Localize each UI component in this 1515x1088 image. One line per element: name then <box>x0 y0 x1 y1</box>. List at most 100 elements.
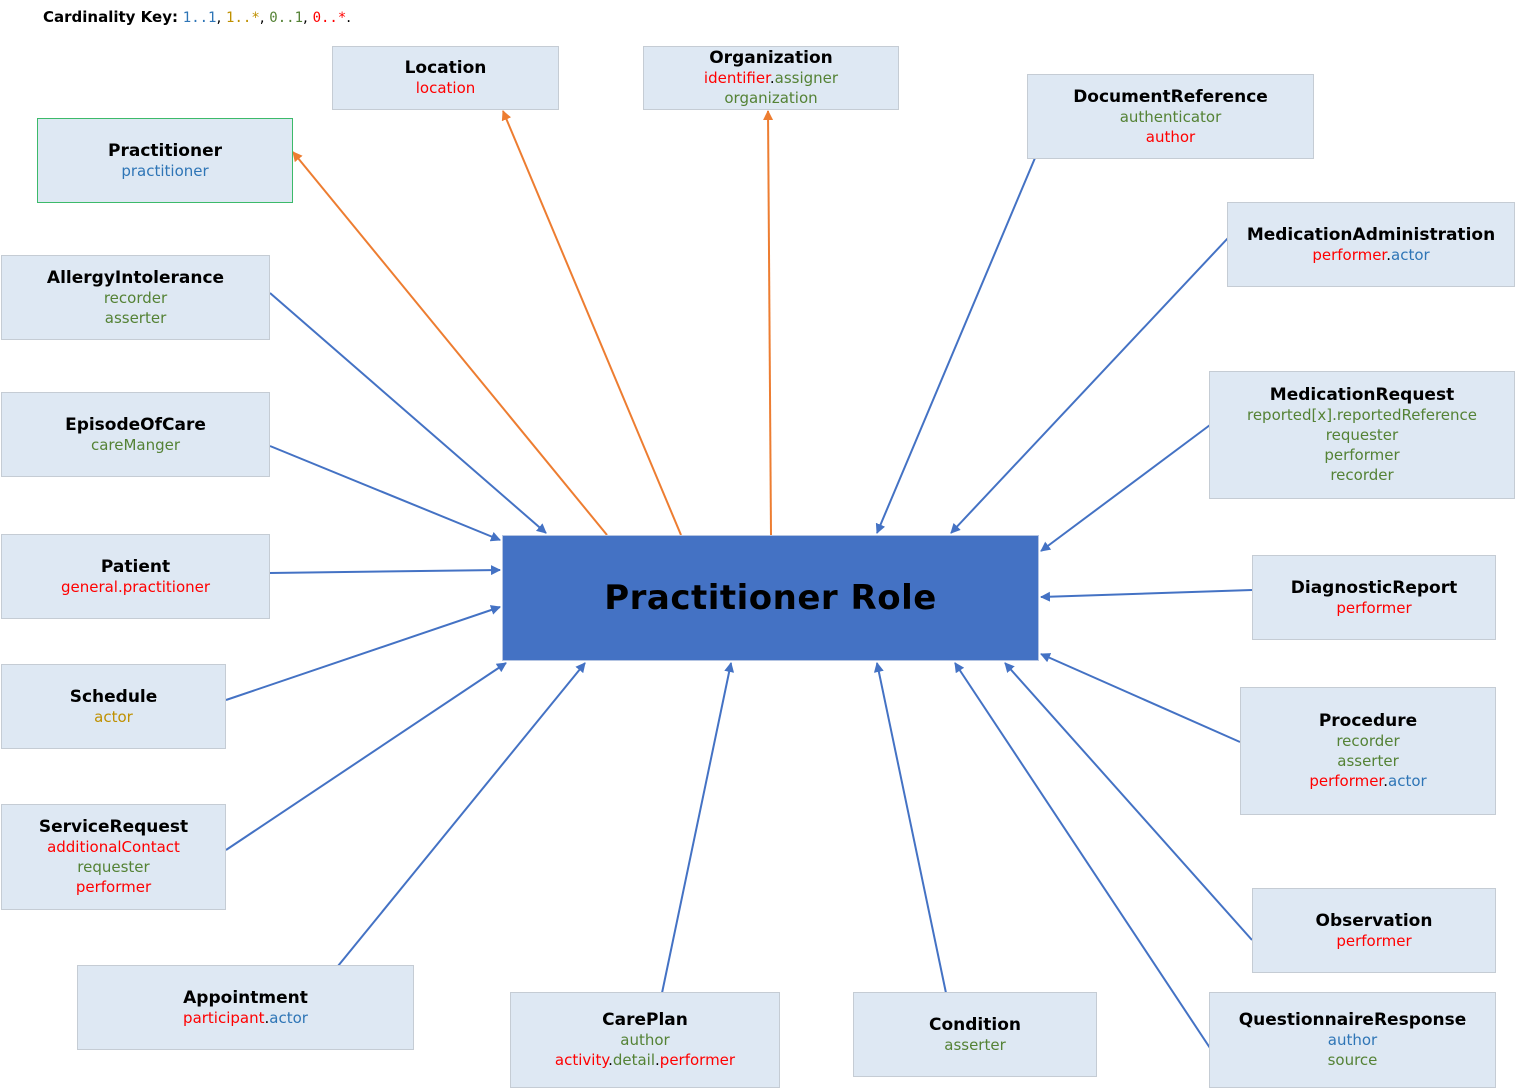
node-reference-path: asserter <box>944 1035 1006 1055</box>
path-segment: recorder <box>1336 732 1400 750</box>
connector-arrow-medicationrequest <box>1040 424 1211 552</box>
node-medicationadministration[interactable]: MedicationAdministration performer.actor <box>1227 202 1515 287</box>
node-reference-path: recorder <box>1336 731 1399 751</box>
node-documentreference[interactable]: DocumentReference authenticator author <box>1027 74 1314 159</box>
node-reference-path: additionalContact <box>47 837 180 857</box>
practitioner-role-node[interactable]: Practitioner Role <box>502 535 1039 661</box>
path-segment: actor <box>1391 245 1430 264</box>
node-title: Organization <box>709 48 833 68</box>
path-segment: performer <box>1309 772 1384 790</box>
node-title: Observation <box>1315 910 1433 931</box>
node-title: Practitioner <box>108 140 222 161</box>
node-reference-path: asserter <box>105 308 167 328</box>
path-segment: practitioner <box>121 161 209 180</box>
node-reference-path: reported[x].reportedReference <box>1247 405 1477 425</box>
node-questionnaireresponse[interactable]: QuestionnaireResponse author source <box>1209 992 1496 1088</box>
node-reference-path: source <box>1328 1050 1378 1070</box>
node-reference-path: performer.actor <box>1309 771 1426 791</box>
practitioner-role-title: Practitioner Role <box>604 578 937 618</box>
node-appointment[interactable]: Appointment participant.actor <box>77 965 414 1050</box>
node-patient[interactable]: Patient general.practitioner <box>1 534 270 619</box>
node-reference-path: recorder <box>1330 465 1393 485</box>
path-segment: requester <box>1325 426 1399 444</box>
path-segment: actor <box>269 1008 308 1027</box>
node-reference-path: careManger <box>91 435 180 455</box>
path-segment: authenticator <box>1119 107 1222 126</box>
node-title: AllergyIntolerance <box>46 267 225 288</box>
path-segment: performer <box>75 878 152 896</box>
node-medicationrequest[interactable]: MedicationRequest reported[x].reportedRef… <box>1209 371 1515 499</box>
path-segment: actor <box>1388 772 1427 790</box>
connector-arrow-condition <box>873 662 947 994</box>
node-reference-path: performer <box>1336 931 1411 951</box>
connector-arrow-observation <box>1004 662 1253 941</box>
path-segment: author <box>1327 1031 1378 1049</box>
node-title: Location <box>404 58 487 78</box>
connector-arrow-documentreference <box>875 157 1036 534</box>
node-careplan[interactable]: CarePlan author activity.detail.performer <box>510 992 780 1088</box>
node-title: DiagnosticReport <box>1290 577 1458 598</box>
node-allergyintolerance[interactable]: AllergyIntolerance recorder asserter <box>1 255 270 340</box>
connector-arrow-questionnaireresponse <box>954 662 1211 1049</box>
path-segment: author <box>1145 127 1196 146</box>
node-title: Condition <box>929 1014 1021 1035</box>
path-segment: source <box>1327 1051 1378 1069</box>
path-segment: asserter <box>944 1035 1006 1054</box>
connector-arrow-organization <box>763 110 774 536</box>
node-title: Patient <box>100 556 171 577</box>
node-observation[interactable]: Observation performer <box>1252 888 1496 973</box>
node-organization[interactable]: Organization identifier.assigner organizat… <box>643 46 899 110</box>
node-reference-path: performer <box>1324 445 1399 465</box>
connector-arrow-location <box>501 110 682 536</box>
path-segment: author <box>620 1031 670 1049</box>
path-segment: performer <box>1324 446 1400 464</box>
node-title: QuestionnaireResponse <box>1238 1010 1467 1030</box>
path-segment: asserter <box>104 308 167 327</box>
node-reference-path: general.practitioner <box>61 577 210 597</box>
node-servicerequest[interactable]: ServiceRequest additionalContact requester… <box>1 804 226 910</box>
node-reference-path: actor <box>94 707 133 727</box>
node-title: Schedule <box>69 686 158 707</box>
node-reference-path: author <box>1146 127 1195 147</box>
connector-arrow-episodeofcare <box>269 445 501 542</box>
node-title: DocumentReference <box>1073 86 1268 107</box>
connector-arrow-appointment <box>337 662 586 967</box>
connector-arrow-schedule <box>225 605 501 701</box>
node-procedure[interactable]: Procedure recorder asserter performer.actor <box>1240 687 1496 815</box>
path-segment: careManger <box>90 435 181 454</box>
node-episodeofcare[interactable]: EpisodeOfCare careManger <box>1 392 270 477</box>
connector-arrow-practitioner <box>292 151 608 536</box>
path-segment: activity <box>554 1051 609 1069</box>
path-segment: actor <box>94 707 133 726</box>
connector-arrow-medicationadministration <box>950 237 1229 534</box>
connector-arrow-servicerequest <box>225 662 507 851</box>
path-segment: reported[x].reportedReference <box>1246 406 1477 424</box>
node-condition[interactable]: Condition asserter <box>853 992 1097 1077</box>
node-title: Procedure <box>1318 711 1418 731</box>
node-reference-path: performer.actor <box>1312 245 1429 265</box>
path-segment: participant <box>183 1008 265 1027</box>
path-segment: additionalContact <box>47 838 180 856</box>
path-segment: general.practitioner <box>60 577 211 596</box>
path-segment: performer <box>1312 245 1387 264</box>
path-segment: asserter <box>1337 752 1399 770</box>
node-title: Appointment <box>183 987 308 1008</box>
node-reference-path: author <box>620 1030 669 1050</box>
node-diagnosticreport[interactable]: DiagnosticReport performer <box>1252 555 1496 640</box>
connector-arrow-careplan <box>661 662 735 994</box>
node-reference-path: requester <box>77 857 149 877</box>
node-reference-path: authenticator <box>1120 107 1222 127</box>
node-location[interactable]: Location location <box>332 46 559 110</box>
node-schedule[interactable]: Schedule actor <box>1 664 226 749</box>
node-title: EpisodeOfCare <box>65 414 206 435</box>
node-reference-path: author <box>1328 1030 1377 1050</box>
path-segment: organization <box>724 89 818 107</box>
node-title: CarePlan <box>602 1010 688 1030</box>
path-segment: recorder <box>1330 466 1394 484</box>
node-practitioner[interactable]: Practitioner practitioner <box>37 118 293 203</box>
node-title: MedicationAdministration <box>1246 224 1496 245</box>
path-segment: recorder <box>103 288 168 307</box>
node-reference-path: requester <box>1326 425 1398 445</box>
node-reference-path: practitioner <box>121 161 208 181</box>
path-segment: requester <box>77 858 150 876</box>
